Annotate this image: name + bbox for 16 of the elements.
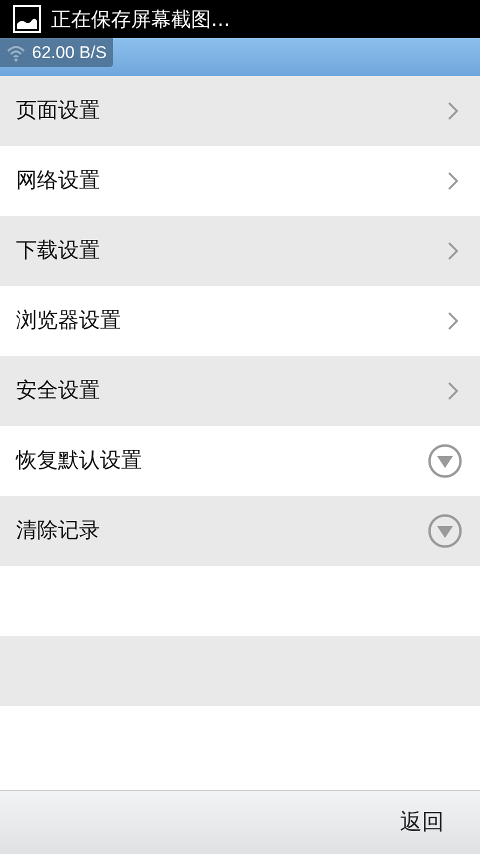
settings-item[interactable]: 下载设置 — [0, 216, 480, 286]
chevron-right-icon — [448, 382, 458, 400]
image-icon — [13, 5, 41, 33]
chevron-right-icon — [448, 242, 458, 260]
notification-text: 正在保存屏幕截图... — [51, 6, 230, 33]
chevron-right-icon — [448, 102, 458, 120]
wifi-icon — [6, 44, 26, 62]
chevron-right-icon — [448, 172, 458, 190]
settings-item[interactable]: 页面设置 — [0, 76, 480, 146]
settings-item[interactable]: 清除记录 — [0, 496, 480, 566]
chevron-right-icon — [448, 312, 458, 330]
dropdown-circle-icon — [428, 444, 462, 478]
settings-item[interactable]: 安全设置 — [0, 356, 480, 426]
speed-text: 62.00 B/S — [32, 42, 107, 64]
dropdown-circle-icon — [428, 514, 462, 548]
back-button[interactable]: 返回 — [398, 806, 446, 839]
